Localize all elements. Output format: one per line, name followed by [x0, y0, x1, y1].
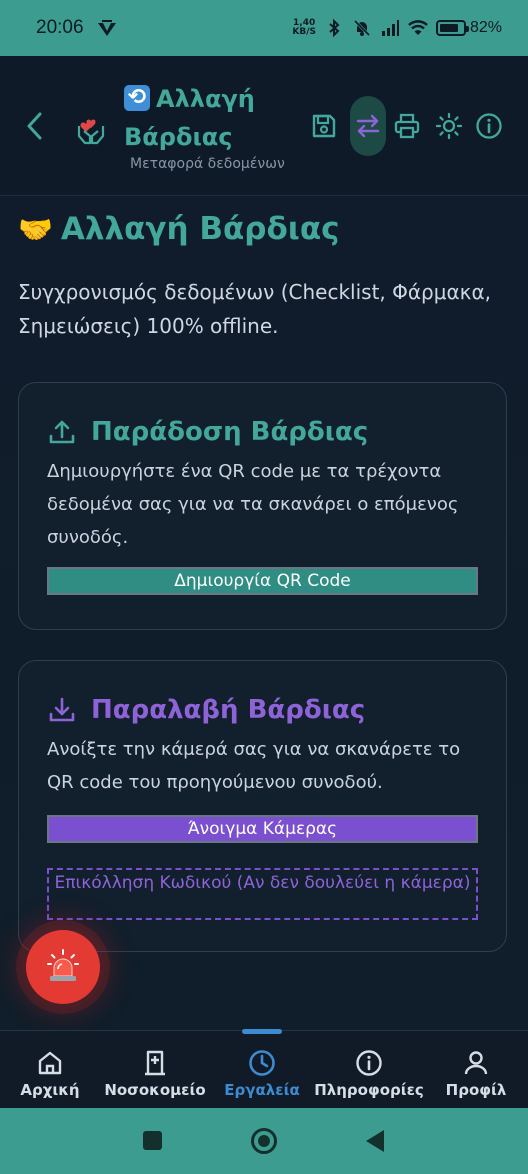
- network-speed: 1,40 KB/S: [292, 19, 316, 37]
- back-triangle-icon[interactable]: [366, 1130, 384, 1152]
- handover-title: Παράδοση Βάρδιας: [47, 417, 368, 447]
- page-title: 🤝 Αλλαγή Βάρδιας: [18, 211, 340, 247]
- header-title: Αλλαγή Βάρδιας: [124, 79, 294, 156]
- handover-description: Δημιουργήστε ένα QR code με τα τρέχοντα …: [47, 461, 459, 548]
- system-navigation-bar: [0, 1108, 528, 1174]
- recents-square-icon[interactable]: [143, 1131, 162, 1150]
- nav-home[interactable]: Αρχική: [0, 1049, 100, 1099]
- wifi-icon: [408, 20, 428, 35]
- receive-title-text: Παραλαβή Βάρδιας: [91, 695, 366, 725]
- active-tab-indicator: [242, 1029, 282, 1034]
- status-bar: 20:06 1,40 KB/S 82%: [0, 0, 528, 56]
- nav-home-label: Αρχική: [20, 1081, 80, 1099]
- print-button[interactable]: [389, 108, 425, 144]
- swap-arrows-icon: [356, 114, 380, 138]
- nav-info-label: Πληροφορίες: [314, 1081, 424, 1099]
- care-hands-logo-icon: [77, 119, 105, 145]
- receive-title: Παραλαβή Βάρδιας: [47, 695, 365, 725]
- theme-toggle-button[interactable]: [431, 108, 467, 144]
- emergency-sos-button[interactable]: [26, 930, 100, 1004]
- page-title-text: Αλλαγή Βάρδιας: [60, 211, 340, 247]
- nav-tools[interactable]: Εργαλεία: [212, 1049, 312, 1099]
- nav-info[interactable]: Πληροφορίες: [314, 1049, 424, 1099]
- battery-percent: 82%: [469, 19, 502, 36]
- main-content: 🤝 Αλλαγή Βάρδιας Συγχρονισμός δεδομένων (…: [0, 197, 528, 1030]
- paste-code-button[interactable]: Επικόλληση Κωδικού (Αν δεν δουλεύει η κά…: [47, 868, 478, 920]
- handover-title-text: Παράδοση Βάρδιας: [91, 417, 369, 447]
- network-speed-unit: KB/S: [292, 27, 316, 37]
- nav-hospital-label: Νοσοκομείο: [104, 1081, 206, 1099]
- header-subtitle: Μεταφορά δεδομένων: [130, 156, 285, 172]
- app-header: Αλλαγή Βάρδιας Μεταφορά δεδομένων: [0, 56, 528, 196]
- home-circle-icon[interactable]: [251, 1128, 277, 1154]
- receive-description: Ανοίξτε την κάμερά σας για να σκανάρετε …: [47, 739, 461, 793]
- battery-indicator: 82%: [435, 19, 502, 37]
- clock-icon: [249, 1050, 275, 1076]
- home-icon: [38, 1051, 62, 1075]
- bottom-navigation: Αρχική Νοσοκομείο Εργαλεία Πληροφορίες Π…: [0, 1029, 528, 1108]
- save-button[interactable]: [306, 108, 342, 144]
- info-icon: [356, 1050, 382, 1076]
- upload-icon: [49, 420, 75, 444]
- shift-change-emoji-icon: [124, 79, 150, 117]
- shift-transfer-button[interactable]: [350, 96, 386, 156]
- open-camera-button[interactable]: Άνοιγμα Κάμερας: [47, 815, 478, 843]
- receive-card: Παραλαβή Βάρδιας Ανοίξτε την κάμερά σας …: [18, 660, 507, 952]
- signal-icon: [381, 20, 399, 36]
- emergency-siren-icon: [47, 949, 79, 981]
- save-icon: [312, 114, 336, 138]
- info-icon: [476, 113, 502, 139]
- info-button[interactable]: [471, 108, 507, 144]
- download-icon: [49, 697, 75, 722]
- back-chevron-icon[interactable]: [22, 108, 48, 144]
- nav-tools-label: Εργαλεία: [224, 1081, 300, 1099]
- mute-bell-icon: [353, 19, 371, 37]
- nav-profile[interactable]: Προφίλ: [426, 1049, 526, 1099]
- create-qr-code-button[interactable]: Δημιουργία QR Code: [47, 567, 478, 595]
- page-description: Συγχρονισμός δεδομένων (Checklist, Φάρμα…: [18, 280, 491, 338]
- battery-icon: [435, 20, 469, 36]
- handover-card: Παράδοση Βάρδιας Δημιουργήστε ένα QR cod…: [18, 382, 507, 630]
- bluetooth-icon: [329, 18, 340, 38]
- app-notification-icon: [97, 20, 116, 36]
- status-time: 20:06: [36, 17, 84, 38]
- nav-hospital[interactable]: Νοσοκομείο: [104, 1049, 206, 1099]
- user-icon: [464, 1051, 488, 1075]
- printer-icon: [394, 113, 420, 139]
- nav-profile-label: Προφίλ: [445, 1081, 507, 1099]
- hospital-icon: [145, 1050, 165, 1076]
- handshake-emoji-icon: 🤝: [18, 213, 53, 246]
- sun-icon: [435, 112, 463, 140]
